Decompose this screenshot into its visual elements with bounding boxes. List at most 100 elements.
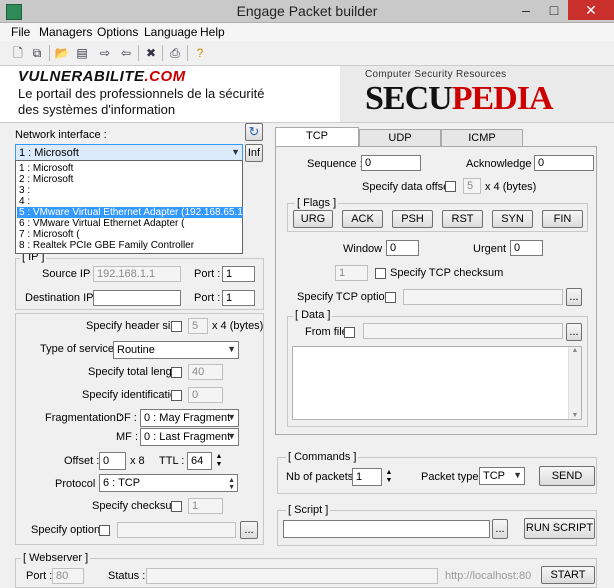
ip-options-checkbox[interactable] (99, 525, 110, 536)
nb-packets-stepper[interactable]: ▲ ▼ (383, 469, 395, 485)
header-size-unit: x 4 (bytes) (212, 320, 264, 332)
tcp-options-browse-button[interactable]: ... (566, 288, 582, 306)
urg-button[interactable]: URG (293, 210, 333, 228)
from-file-browse-button[interactable]: ... (566, 323, 582, 341)
ack-button[interactable]: ACK (342, 210, 383, 228)
nb-packets-input[interactable] (352, 468, 382, 486)
print-icon[interactable]: ⎙ (166, 44, 184, 62)
list-item[interactable]: 1 : Microsoft (17, 163, 243, 174)
type-of-service-select[interactable]: Routine ▼ (113, 341, 239, 359)
copy-icon[interactable]: ⧉ (28, 44, 46, 62)
menu-help[interactable]: Help (200, 25, 225, 39)
close-button[interactable]: ✕ (568, 0, 614, 20)
new-icon[interactable]: 🗋 (9, 44, 27, 62)
manager-icon[interactable]: ▤ (73, 44, 91, 62)
webserver-status-label: Status : (108, 570, 146, 582)
scroll-down-icon: ▼ (571, 412, 579, 419)
source-port-label: Port : (194, 268, 221, 280)
send-button[interactable]: SEND (539, 466, 595, 486)
source-port-input[interactable] (222, 266, 255, 282)
checksum-input[interactable] (188, 498, 223, 514)
list-item-highlighted[interactable]: 5 : VMware Virtual Ethernet Adapter (192… (17, 207, 246, 218)
ip-options-browse-button[interactable]: ... (240, 521, 258, 539)
destination-ip-input[interactable] (93, 290, 181, 306)
mf-select[interactable]: 0 : Last Fragment ▼ (140, 428, 239, 446)
tools-icon[interactable]: ✖ (142, 44, 160, 62)
syn-button[interactable]: SYN (492, 210, 533, 228)
menu-managers[interactable]: Managers (39, 25, 92, 39)
packet-type-select[interactable]: TCP ▼ (479, 467, 525, 485)
inf-button[interactable]: Inf (245, 144, 263, 162)
menu-options[interactable]: Options (97, 25, 138, 39)
list-item[interactable]: 6 : VMware Virtual Ethernet Adapter ( (17, 218, 243, 229)
from-file-checkbox[interactable] (344, 327, 355, 338)
data-offset-checkbox[interactable] (445, 181, 456, 192)
script-path-input[interactable] (283, 520, 490, 538)
toolbar-separator (49, 45, 50, 61)
df-select[interactable]: 0 : May Fragment ▼ (140, 409, 239, 427)
start-button[interactable]: START (541, 566, 595, 584)
open-icon[interactable]: 📂 (53, 44, 71, 62)
total-length-checkbox[interactable] (171, 367, 182, 378)
list-item[interactable]: 4 : (17, 196, 243, 207)
total-length-input[interactable] (188, 364, 223, 380)
webserver-status-input[interactable] (146, 568, 438, 584)
from-file-input[interactable] (363, 323, 563, 339)
source-ip-input[interactable] (93, 266, 181, 282)
nb-packets-label: Nb of packets : (286, 471, 360, 483)
checksum-checkbox[interactable] (171, 501, 182, 512)
tcp-checksum-checkbox[interactable] (375, 268, 386, 279)
script-browse-button[interactable]: ... (492, 519, 508, 539)
header-size-input[interactable] (188, 318, 208, 334)
protocol-select[interactable]: 6 : TCP ▲ ▼ (99, 474, 238, 492)
ttl-label: TTL : (159, 455, 185, 467)
ttl-input[interactable] (187, 452, 212, 470)
stepper-icon: ▲ ▼ (228, 477, 235, 491)
menu-language[interactable]: Language (144, 25, 197, 39)
data-textarea[interactable]: ▲ ▼ (292, 346, 582, 420)
offset-input[interactable] (99, 452, 126, 470)
header-size-checkbox[interactable] (171, 321, 182, 332)
tcp-options-input[interactable] (403, 289, 563, 305)
sequence-input[interactable] (361, 155, 421, 171)
data-offset-input[interactable] (463, 178, 481, 194)
commands-group-title: [ Commands ] (286, 451, 359, 463)
list-item[interactable]: 3 : (17, 185, 243, 196)
webserver-port-input[interactable] (52, 568, 84, 584)
export-icon[interactable]: ⇨ (96, 44, 114, 62)
destination-port-input[interactable] (222, 290, 255, 306)
tab-udp[interactable]: UDP (359, 129, 441, 146)
run-script-button[interactable]: RUN SCRIPT (524, 518, 595, 539)
vulnerabilite-logo: VULNERABILITE.COM (18, 68, 186, 85)
refresh-button[interactable]: ↻ (245, 123, 263, 141)
ip-options-input[interactable] (117, 522, 236, 538)
import-icon[interactable]: ⇦ (117, 44, 135, 62)
help-icon[interactable]: ? (191, 44, 209, 62)
minimize-button[interactable]: – (512, 0, 540, 20)
list-item[interactable]: 2 : Microsoft (17, 174, 243, 185)
urgent-input[interactable] (510, 240, 543, 256)
menu-bar: File Managers Options Language Help (0, 23, 614, 41)
rst-button[interactable]: RST (442, 210, 483, 228)
identification-checkbox[interactable] (171, 390, 182, 401)
psh-button[interactable]: PSH (392, 210, 433, 228)
tcp-checksum-input[interactable] (335, 265, 368, 281)
acknowledge-input[interactable] (534, 155, 594, 171)
maximize-button[interactable]: □ (540, 0, 568, 20)
scrollbar[interactable]: ▲ ▼ (568, 347, 581, 419)
fin-button[interactable]: FIN (542, 210, 583, 228)
packet-type-label: Packet type : (421, 471, 485, 483)
list-item[interactable]: 8 : Realtek PCIe GBE Family Controller (17, 240, 243, 251)
list-item[interactable]: 7 : Microsoft ( (17, 229, 243, 240)
window-input[interactable] (386, 240, 419, 256)
tab-icmp[interactable]: ICMP (441, 129, 523, 146)
menu-file[interactable]: File (11, 25, 30, 39)
urgent-label: Urgent : (473, 243, 513, 255)
tcp-options-label: Specify TCP options (297, 291, 397, 303)
scroll-up-icon: ▲ (571, 347, 579, 354)
ttl-stepper[interactable]: ▲ ▼ (213, 453, 225, 469)
identification-input[interactable] (188, 387, 223, 403)
chevron-down-icon: ▼ (227, 412, 236, 422)
tcp-options-checkbox[interactable] (385, 292, 396, 303)
tab-tcp[interactable]: TCP (275, 127, 359, 147)
